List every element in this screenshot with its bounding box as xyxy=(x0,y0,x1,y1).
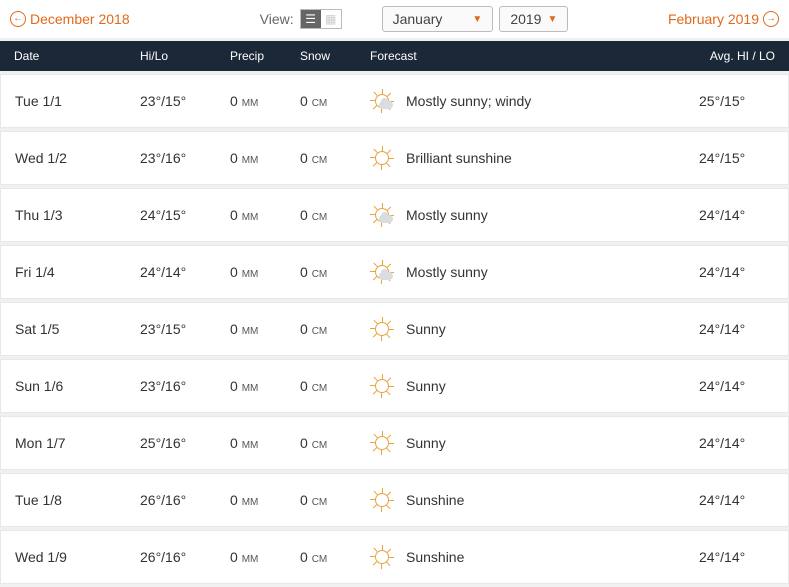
forecast-text: Brilliant sunshine xyxy=(406,150,512,166)
cell-hilo: 24°/15° xyxy=(130,188,220,242)
cell-forecast: Brilliant sunshine xyxy=(360,131,689,185)
chevron-down-icon: ▼ xyxy=(472,14,482,25)
cell-date: Fri 1/4 xyxy=(0,245,130,299)
list-view-icon[interactable]: ☰ xyxy=(301,10,321,28)
cell-forecast: Mostly sunny; windy xyxy=(360,74,689,128)
cell-hilo: 23°/15° xyxy=(130,74,220,128)
cell-snow: 0 CM xyxy=(290,416,360,470)
header-forecast: Forecast xyxy=(360,41,689,71)
header-precip: Precip xyxy=(220,41,290,71)
cell-avg: 24°/14° xyxy=(689,188,789,242)
cell-hilo: 23°/16° xyxy=(130,131,220,185)
year-select-value: 2019 xyxy=(510,11,541,27)
cell-forecast: Sunshine xyxy=(360,530,689,584)
header-hilo: Hi/Lo xyxy=(130,41,220,71)
cell-hilo: 23°/15° xyxy=(130,302,220,356)
cell-snow: 0 CM xyxy=(290,245,360,299)
cell-hilo: 23°/16° xyxy=(130,359,220,413)
table-header-row: Date Hi/Lo Precip Snow Forecast Avg. HI … xyxy=(0,41,789,71)
prev-month-link[interactable]: ← December 2018 xyxy=(10,11,130,27)
arrow-right-icon: → xyxy=(763,11,779,27)
forecast-text: Sunny xyxy=(406,378,446,394)
cell-snow: 0 CM xyxy=(290,131,360,185)
cell-precip: 0 MM xyxy=(220,188,290,242)
cell-avg: 25°/15° xyxy=(689,74,789,128)
cell-forecast: Mostly sunny xyxy=(360,245,689,299)
forecast-text: Sunshine xyxy=(406,492,464,508)
sunny-icon xyxy=(370,317,394,341)
cell-hilo: 25°/16° xyxy=(130,416,220,470)
cell-precip: 0 MM xyxy=(220,530,290,584)
table-row[interactable]: Wed 1/223°/16°0 MM0 CM Brilliant sunshine… xyxy=(0,131,789,185)
chevron-down-icon: ▼ xyxy=(547,14,557,25)
arrow-left-icon: ← xyxy=(10,11,26,27)
table-row[interactable]: Thu 1/324°/15°0 MM0 CM Mostly sunny 24°/14… xyxy=(0,188,789,242)
cell-forecast: Sunny xyxy=(360,359,689,413)
table-row[interactable]: Fri 1/424°/14°0 MM0 CMMostly sunny24°/14… xyxy=(0,245,789,299)
cell-precip: 0 MM xyxy=(220,245,290,299)
mostly-sunny-icon xyxy=(370,89,394,113)
mostly-sunny-icon xyxy=(370,260,394,284)
forecast-text: Sunny xyxy=(406,435,446,451)
cell-snow: 0 CM xyxy=(290,530,360,584)
cell-snow: 0 CM xyxy=(290,74,360,128)
cell-avg: 24°/14° xyxy=(689,530,789,584)
cell-precip: 0 MM xyxy=(220,416,290,470)
calendar-view-icon[interactable]: ▦ xyxy=(321,10,341,28)
header-avg: Avg. HI / LO xyxy=(689,41,789,71)
forecast-text: Mostly sunny; windy xyxy=(406,93,531,109)
table-row[interactable]: Wed 1/926°/16°0 MM0 CM Sunshine 24°/14° xyxy=(0,530,789,584)
cell-forecast: Sunny xyxy=(360,302,689,356)
year-select[interactable]: 2019 ▼ xyxy=(499,6,568,32)
cell-precip: 0 MM xyxy=(220,359,290,413)
cell-precip: 0 MM xyxy=(220,74,290,128)
view-label: View: xyxy=(260,11,294,27)
forecast-table: Date Hi/Lo Precip Snow Forecast Avg. HI … xyxy=(0,38,789,587)
forecast-text: Sunny xyxy=(406,321,446,337)
month-select-value: January xyxy=(393,11,443,27)
cell-avg: 24°/14° xyxy=(689,416,789,470)
cell-precip: 0 MM xyxy=(220,131,290,185)
cell-date: Mon 1/7 xyxy=(0,416,130,470)
month-select[interactable]: January ▼ xyxy=(382,6,494,32)
cell-snow: 0 CM xyxy=(290,302,360,356)
cell-avg: 24°/14° xyxy=(689,302,789,356)
cell-date: Wed 1/9 xyxy=(0,530,130,584)
sunny-icon xyxy=(370,545,394,569)
sunny-icon xyxy=(370,488,394,512)
cell-forecast: Mostly sunny xyxy=(360,188,689,242)
cell-hilo: 26°/16° xyxy=(130,530,220,584)
sunny-icon xyxy=(370,146,394,170)
table-row[interactable]: Mon 1/725°/16°0 MM0 CM Sunny 24°/14° xyxy=(0,416,789,470)
cell-precip: 0 MM xyxy=(220,302,290,356)
cell-snow: 0 CM xyxy=(290,359,360,413)
cell-avg: 24°/15° xyxy=(689,131,789,185)
view-toggle: ☰ ▦ xyxy=(300,9,342,29)
prev-month-label: December 2018 xyxy=(30,11,130,27)
forecast-text: Mostly sunny xyxy=(406,207,488,223)
next-month-link[interactable]: February 2019 → xyxy=(668,11,779,27)
cell-date: Tue 1/1 xyxy=(0,74,130,128)
sunny-icon xyxy=(370,431,394,455)
table-row[interactable]: Sun 1/623°/16°0 MM0 CM Sunny 24°/14° xyxy=(0,359,789,413)
mostly-sunny-icon xyxy=(370,203,394,227)
forecast-text: Sunshine xyxy=(406,549,464,565)
table-row[interactable]: Sat 1/523°/15°0 MM0 CM Sunny 24°/14° xyxy=(0,302,789,356)
cell-hilo: 24°/14° xyxy=(130,245,220,299)
sunny-icon xyxy=(370,374,394,398)
cell-date: Sun 1/6 xyxy=(0,359,130,413)
table-row[interactable]: Tue 1/123°/15°0 MM0 CM Mostly sunny; wind… xyxy=(0,74,789,128)
cell-forecast: Sunny xyxy=(360,416,689,470)
cell-snow: 0 CM xyxy=(290,188,360,242)
next-month-label: February 2019 xyxy=(668,11,759,27)
cell-date: Sat 1/5 xyxy=(0,302,130,356)
cell-avg: 24°/14° xyxy=(689,245,789,299)
cell-date: Thu 1/3 xyxy=(0,188,130,242)
cell-avg: 24°/14° xyxy=(689,359,789,413)
header-date: Date xyxy=(0,41,130,71)
forecast-text: Mostly sunny xyxy=(406,264,488,280)
header-snow: Snow xyxy=(290,41,360,71)
cell-date: Wed 1/2 xyxy=(0,131,130,185)
